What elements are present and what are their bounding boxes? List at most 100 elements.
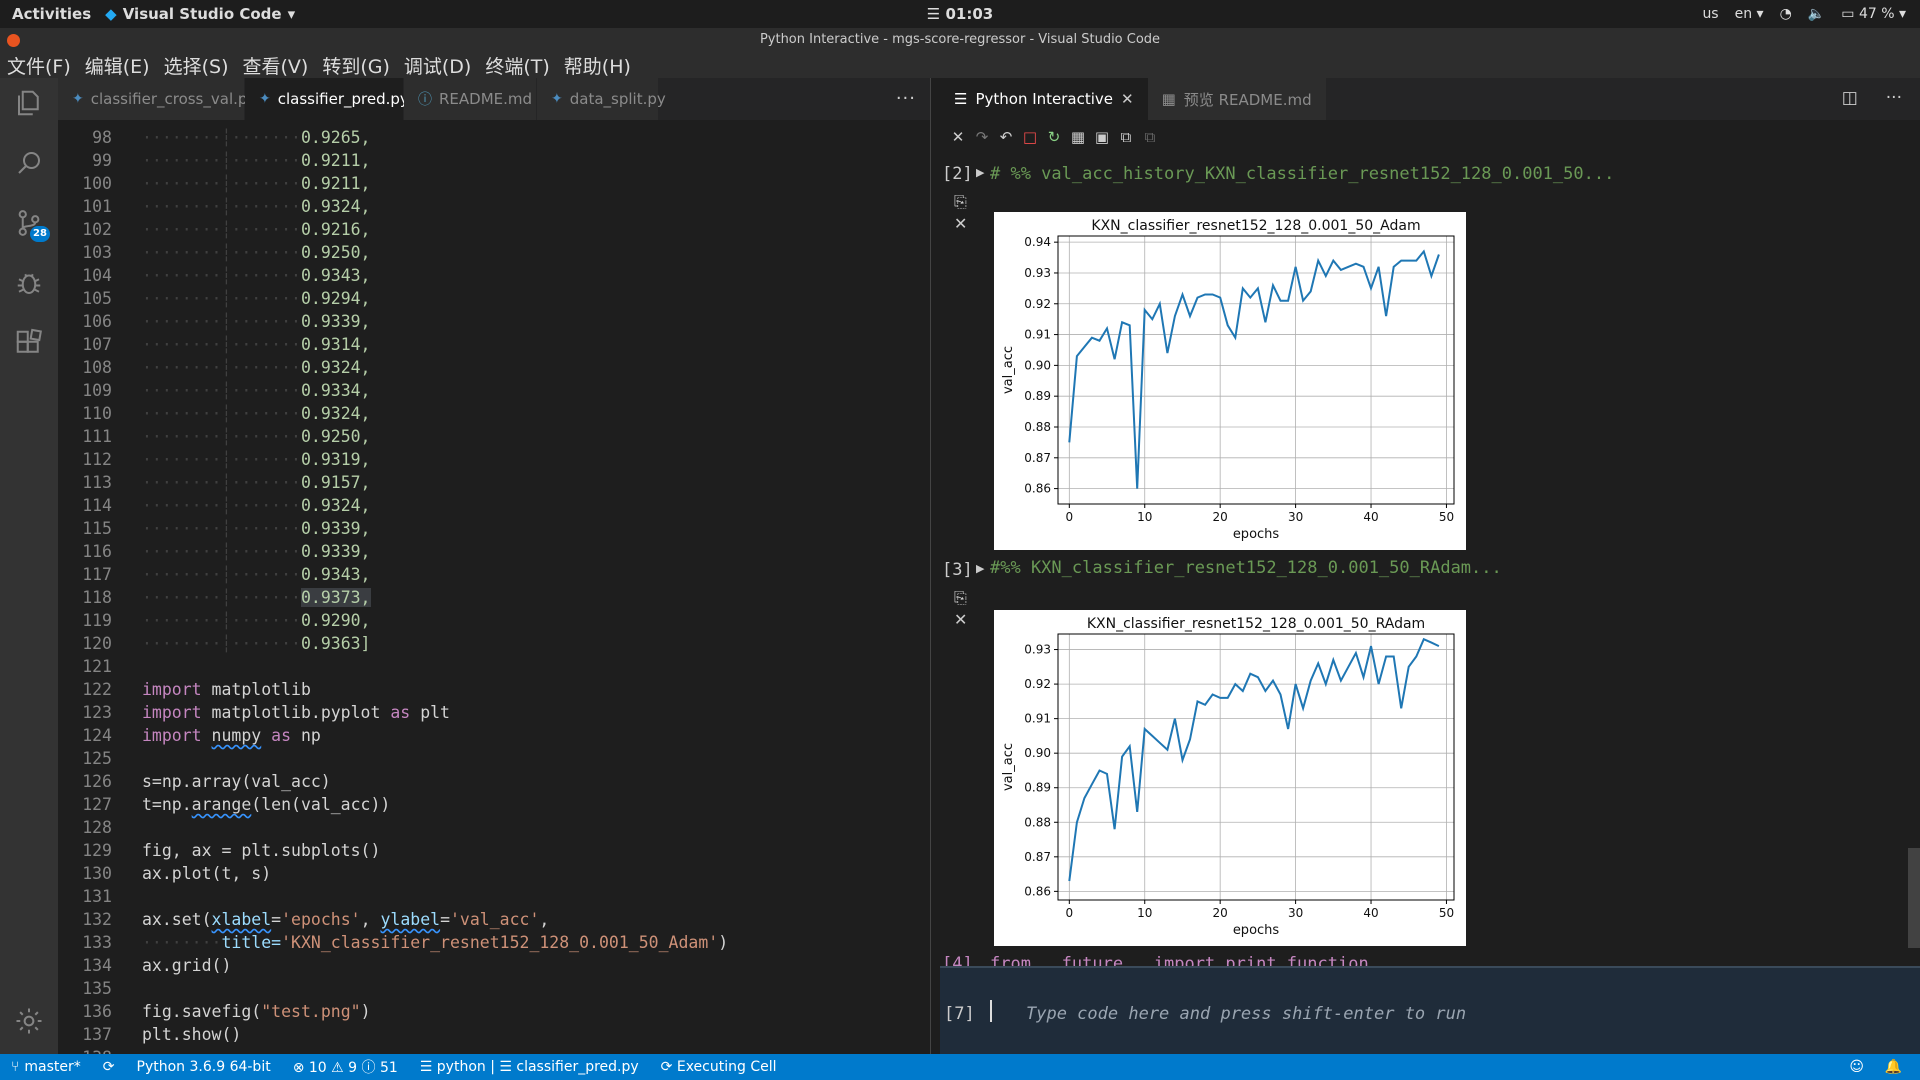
feedback-smiley-icon[interactable]: ☺ bbox=[1849, 1059, 1864, 1075]
keyboard-layout[interactable]: us bbox=[1702, 6, 1718, 22]
interactive-input[interactable]: [7] Type code here and press shift-enter… bbox=[940, 966, 1920, 1054]
app-menu[interactable]: ◆ Visual Studio Code ▾ bbox=[105, 5, 295, 23]
code-line: ········┆·······0.9334, bbox=[142, 381, 371, 400]
menu-item-3[interactable]: 查看(V) bbox=[236, 52, 316, 79]
line-number: 109 bbox=[82, 381, 112, 400]
line-number: 133 bbox=[82, 933, 112, 952]
indent-guide: ········┆······· bbox=[142, 289, 301, 308]
delete-cell-icon[interactable]: ✕ bbox=[954, 214, 967, 233]
problems-count[interactable]: ⊗ 10 ⚠ 9 ⓘ 51 bbox=[282, 1057, 409, 1077]
scm-badge: 28 bbox=[30, 226, 50, 242]
y-tick-label: 0.89 bbox=[1024, 781, 1051, 795]
line-number: 137 bbox=[82, 1025, 112, 1044]
more-actions-icon[interactable]: ··· bbox=[1886, 88, 1902, 108]
more-actions-icon[interactable]: ··· bbox=[896, 88, 916, 109]
volume-icon[interactable]: 🔈 bbox=[1808, 6, 1825, 22]
restart-kernel-icon[interactable]: ↻ bbox=[1046, 128, 1062, 146]
goto-code-icon[interactable]: ⎘ bbox=[954, 192, 967, 212]
editor-group-left: ✦ classifier_cross_val.py ✦ classifier_pred… bbox=[58, 78, 930, 1054]
goto-code-icon[interactable]: ⎘ bbox=[954, 588, 967, 608]
line-number: 105 bbox=[82, 289, 112, 308]
python-interpreter[interactable]: Python 3.6.9 64-bit bbox=[126, 1059, 282, 1075]
debug-icon[interactable] bbox=[0, 258, 58, 308]
clear-all-icon[interactable]: ✕ bbox=[950, 128, 966, 146]
system-top-bar: Activities ◆ Visual Studio Code ▾ ☰ 01:0… bbox=[0, 0, 1920, 28]
info-icon: ⓘ bbox=[418, 92, 432, 108]
menu-item-2[interactable]: 选择(S) bbox=[157, 52, 236, 79]
variables-icon[interactable]: ▦ bbox=[1070, 128, 1086, 146]
close-window-icon[interactable] bbox=[7, 34, 20, 47]
tab-0[interactable]: ✦ classifier_cross_val.py bbox=[58, 78, 256, 120]
line-number: 113 bbox=[82, 473, 112, 492]
code-line: ········┆·······0.9157, bbox=[142, 473, 371, 492]
settings-gear-icon[interactable] bbox=[0, 996, 58, 1046]
git-branch[interactable]: ⑂ master* bbox=[0, 1059, 92, 1075]
indent-guide: ········┆······· bbox=[142, 335, 301, 354]
indent-guide: ········┆······· bbox=[142, 450, 301, 469]
cell-header[interactable]: # %% val_acc_history_KXN_classifier_resn… bbox=[990, 164, 1614, 184]
interactive-toolbar: ✕ ↷ ↶ □ ↻ ▦ ▣ ⧉ ⧉ bbox=[950, 128, 1158, 146]
split-editor-icon[interactable]: ◫ bbox=[1842, 88, 1858, 108]
indent-guide: ········┆······· bbox=[142, 381, 301, 400]
code-value: 0.9339, bbox=[300, 519, 371, 538]
line-number: 116 bbox=[82, 542, 112, 561]
cell-header[interactable]: from __future__ import print_function bbox=[990, 954, 1369, 966]
source-control-icon[interactable]: 28 bbox=[0, 198, 58, 248]
input-placeholder: Type code here and press shift-enter to … bbox=[1026, 1004, 1467, 1024]
indent-guide: ········┆······· bbox=[142, 542, 301, 561]
code-line: ········┆·······0.9339, bbox=[142, 542, 371, 561]
tab-1[interactable]: ✦classifier_pred.py✕ bbox=[245, 78, 433, 120]
tab-python-interactive[interactable]: ☰ Python Interactive ✕ bbox=[940, 78, 1148, 120]
menu-item-4[interactable]: 转到(G) bbox=[315, 52, 397, 79]
explorer-icon[interactable] bbox=[0, 78, 58, 128]
menu-item-5[interactable]: 调试(D) bbox=[397, 52, 478, 79]
chart-radam: KXN_classifier_resnet152_128_0.001_50_RA… bbox=[994, 610, 1466, 946]
search-icon[interactable] bbox=[0, 138, 58, 188]
code-value: 0.9157, bbox=[300, 473, 371, 492]
language-file[interactable]: ☰ python | ☰ classifier_pred.py bbox=[409, 1059, 650, 1075]
line-number: 120 bbox=[82, 634, 112, 653]
battery-indicator[interactable]: ▭ 47 % ▾ bbox=[1841, 6, 1906, 22]
cell-header[interactable]: #%% KXN_classifier_resnet152_128_0.001_5… bbox=[990, 558, 1502, 578]
y-axis-label: val_acc bbox=[1001, 346, 1016, 394]
code-line: ········┆·······0.9250, bbox=[142, 243, 371, 262]
tab-3[interactable]: ✦ data_split.py bbox=[537, 78, 666, 120]
notifications-bell-icon[interactable]: 🔔 bbox=[1885, 1059, 1902, 1075]
tab-readme-preview[interactable]: ▦ 预览 README.md bbox=[1147, 78, 1326, 120]
tab-2[interactable]: ⓘ README.md bbox=[404, 78, 537, 120]
indent-guide: ········┆······· bbox=[142, 611, 301, 630]
export-icon[interactable]: ⧉ bbox=[1118, 128, 1134, 146]
save-icon[interactable]: ▣ bbox=[1094, 128, 1110, 146]
expand-collapse-icon[interactable]: ⧉ bbox=[1142, 128, 1158, 146]
tab-label: classifier_cross_val.py bbox=[90, 90, 257, 108]
wifi-icon[interactable]: ◔ bbox=[1780, 6, 1792, 22]
series-line bbox=[1068, 249, 1440, 489]
menu-item-1[interactable]: 编辑(E) bbox=[78, 52, 157, 79]
clock[interactable]: ☰ 01:03 bbox=[927, 5, 993, 23]
input-language[interactable]: en ▾ bbox=[1735, 6, 1764, 22]
tab-label: README.md bbox=[439, 90, 533, 108]
close-tab-icon[interactable]: ✕ bbox=[1121, 90, 1134, 108]
collapse-cell-icon[interactable]: ▶ bbox=[976, 166, 984, 179]
preview-icon: ▦ bbox=[1161, 90, 1176, 108]
extensions-icon[interactable] bbox=[0, 318, 58, 368]
code-line: ········┆·······0.9339, bbox=[142, 312, 371, 331]
list-icon: ☰ bbox=[954, 90, 968, 108]
code-line: ········┆·······0.9211, bbox=[142, 151, 371, 170]
line-number: 122 bbox=[82, 680, 112, 699]
interrupt-kernel-icon[interactable]: □ bbox=[1022, 128, 1038, 146]
menu-item-7[interactable]: 帮助(H) bbox=[557, 52, 638, 79]
line-number: 104 bbox=[82, 266, 112, 285]
undo-icon[interactable]: ↶ bbox=[998, 128, 1014, 146]
redo-icon[interactable]: ↷ bbox=[974, 128, 990, 146]
sync-icon[interactable]: ⟳ bbox=[92, 1059, 126, 1075]
code-editor[interactable]: 98 ········┆·······0.9265, 99 ········┆····… bbox=[58, 120, 930, 1054]
code-line: fig.savefig("test.png") bbox=[142, 1002, 371, 1021]
x-tick-label: 10 bbox=[1137, 906, 1152, 920]
menu-item-0[interactable]: 文件(F) bbox=[0, 52, 78, 79]
activities-button[interactable]: Activities bbox=[0, 5, 105, 23]
collapse-cell-icon[interactable]: ▶ bbox=[976, 562, 984, 575]
vertical-scrollbar[interactable] bbox=[1908, 848, 1920, 948]
menu-item-6[interactable]: 终端(T) bbox=[478, 52, 556, 79]
delete-cell-icon[interactable]: ✕ bbox=[954, 610, 967, 629]
